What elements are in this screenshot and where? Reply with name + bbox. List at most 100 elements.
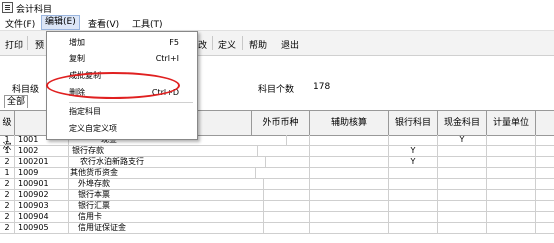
row-bank — [389, 223, 438, 233]
row-name: 其他货币资金 — [66, 168, 256, 178]
row-level: 1 — [0, 168, 15, 178]
row-unit — [487, 135, 536, 145]
row-name: 信用卡 — [66, 212, 264, 222]
row-currency — [252, 201, 310, 211]
toolbar-separator — [212, 36, 213, 50]
row-code: 100905 — [15, 223, 69, 233]
row-code: 100901 — [15, 179, 69, 189]
header-bank[interactable]: 银行科目 — [389, 111, 438, 135]
window-title: 会计科目 — [16, 5, 53, 15]
row-cash — [438, 146, 487, 156]
menu-file[interactable]: 文件(F) — [5, 17, 35, 30]
row-bank — [389, 135, 438, 145]
count-label: 科目个数 — [258, 85, 295, 95]
table-row[interactable]: 2 100904 信用卡 — [0, 212, 554, 223]
row-level: 1 — [0, 146, 15, 156]
row-aux — [310, 135, 389, 145]
help-button[interactable]: 帮助 — [249, 38, 267, 51]
row-currency — [252, 212, 310, 222]
row-cash — [438, 212, 487, 222]
row-bank — [389, 179, 438, 189]
table-row[interactable]: 2 100903 银行汇票 — [0, 201, 554, 212]
app-icon — [2, 2, 13, 13]
row-aux — [310, 146, 389, 156]
row-unit — [487, 223, 536, 233]
row-name: 农行水泊新路支行 — [66, 157, 266, 167]
highlight-circle — [46, 72, 180, 99]
header-aux[interactable]: 辅助核算 — [310, 111, 389, 135]
row-level: 2 — [0, 157, 15, 167]
table-row[interactable]: 2 100905 信用证保证金 — [0, 223, 554, 234]
row-level: 2 — [0, 179, 15, 189]
exit-button[interactable]: 退出 — [281, 38, 299, 51]
row-bank — [389, 168, 438, 178]
header-currency[interactable]: 外币币种 — [252, 111, 310, 135]
row-unit — [487, 212, 536, 222]
menu-bar: 文件(F) 编辑(E) 查看(V) 工具(T) — [0, 15, 554, 31]
menu-item-add[interactable]: 增加 F5 — [47, 36, 197, 50]
row-cash — [438, 157, 487, 167]
row-aux — [310, 157, 389, 167]
title-bar: 会计科目 — [0, 0, 554, 16]
row-bank: Y — [389, 146, 438, 156]
row-unit — [487, 179, 536, 189]
define-button[interactable]: 定义 — [218, 38, 236, 51]
row-aux — [310, 201, 389, 211]
row-unit — [487, 146, 536, 156]
menu-item-label: 指定科目 — [69, 107, 101, 116]
menu-edit[interactable]: 编辑(E) — [41, 15, 80, 30]
menu-item-specify-account[interactable]: 指定科目 — [47, 105, 197, 119]
row-name: 银行汇票 — [66, 201, 264, 211]
row-cash — [438, 179, 487, 189]
table-row[interactable]: 2 100902 银行本票 — [0, 190, 554, 201]
table-row[interactable]: 2 100901 外埠存款 — [0, 179, 554, 190]
row-currency — [252, 223, 310, 233]
row-code: 100904 — [15, 212, 69, 222]
count-value: 178 — [313, 82, 331, 92]
menu-item-define-custom[interactable]: 定义自定义项 — [47, 122, 197, 136]
row-cash — [438, 223, 487, 233]
row-level: 2 — [0, 201, 15, 211]
row-name: 外埠存款 — [66, 179, 264, 189]
row-level: 1 — [0, 135, 15, 145]
menu-tools[interactable]: 工具(T) — [132, 17, 163, 30]
tab-all[interactable]: 全部 — [4, 95, 28, 108]
row-cash — [438, 190, 487, 200]
menu-separator — [69, 102, 193, 103]
row-aux — [310, 168, 389, 178]
header-level: 级次 — [0, 111, 15, 152]
row-aux — [310, 190, 389, 200]
row-currency — [252, 135, 310, 145]
header-unit[interactable]: 计量单位 — [487, 111, 536, 135]
table-row[interactable]: 1 1009 其他货币资金 — [0, 168, 554, 179]
menu-item-copy[interactable]: 复制 Ctrl+I — [47, 52, 197, 66]
row-aux — [310, 179, 389, 189]
preview-button[interactable]: 预 — [35, 38, 44, 51]
print-button[interactable]: 打印 — [5, 38, 23, 51]
header-more — [536, 111, 554, 135]
row-aux — [310, 223, 389, 233]
row-currency — [252, 190, 310, 200]
header-cash[interactable]: 现金科目 — [438, 111, 487, 135]
modify-button[interactable]: 改 — [198, 38, 207, 51]
row-level: 2 — [0, 190, 15, 200]
table-row[interactable]: 2 100201 农行水泊新路支行 Y — [0, 157, 554, 168]
row-code: 100201 — [15, 157, 69, 167]
row-bank — [389, 190, 438, 200]
level-label: 科目级 — [12, 85, 40, 95]
row-unit — [487, 157, 536, 167]
menu-item-label: 定义自定义项 — [69, 124, 117, 133]
row-code: 100902 — [15, 190, 69, 200]
row-name: 信用证保证金 — [66, 223, 264, 233]
row-cash: Y — [438, 135, 487, 145]
menu-view[interactable]: 查看(V) — [88, 17, 119, 30]
row-aux — [310, 212, 389, 222]
menu-item-shortcut: F5 — [169, 38, 179, 47]
row-level: 2 — [0, 223, 15, 233]
table-row[interactable]: 1 1002 银行存款 Y — [0, 146, 554, 157]
row-cash — [438, 201, 487, 211]
menu-item-shortcut: Ctrl+I — [155, 54, 179, 63]
row-cash — [438, 168, 487, 178]
toolbar-separator — [242, 36, 243, 50]
row-level: 2 — [0, 212, 15, 222]
